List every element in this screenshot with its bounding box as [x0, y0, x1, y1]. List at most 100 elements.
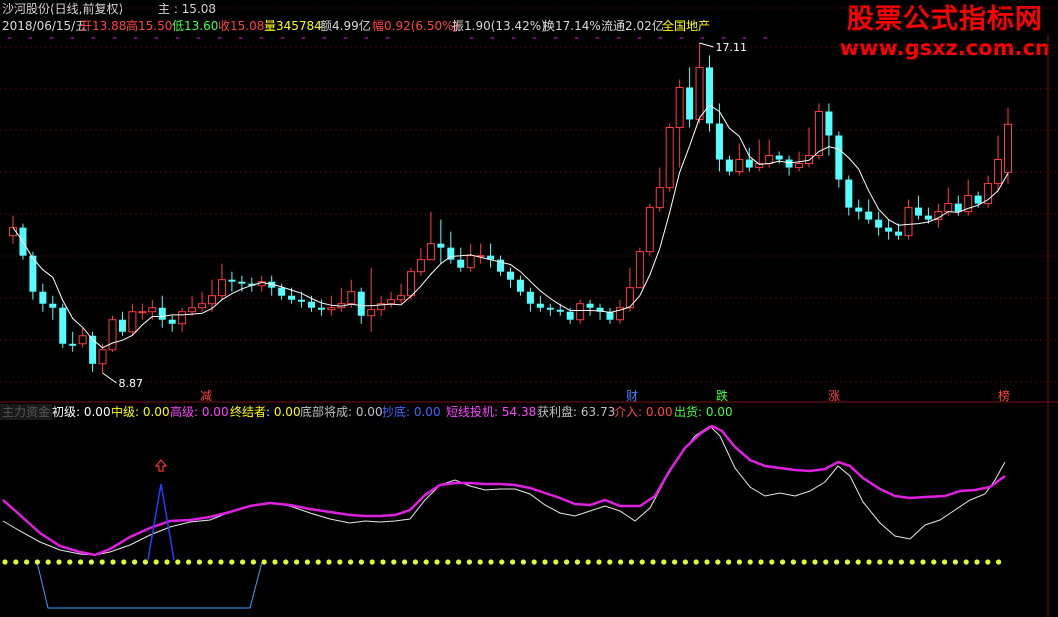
baseline-dot — [628, 559, 635, 565]
baseline-dot — [2, 559, 8, 565]
event-tag-list[interactable]: 榜 — [998, 389, 1010, 403]
baseline-dot — [693, 559, 699, 565]
baseline-dot — [175, 559, 181, 565]
baseline-dot — [639, 559, 645, 565]
event-tag-finance[interactable]: 财 — [626, 389, 638, 403]
baseline-dot — [67, 559, 73, 565]
candle-body-down — [974, 195, 982, 204]
baseline-dot — [250, 559, 256, 565]
candle-body-down — [457, 259, 465, 268]
baseline-dot — [509, 559, 516, 565]
candle-body-down — [885, 227, 893, 232]
baseline-dot — [531, 559, 537, 565]
baseline-dot — [661, 559, 667, 565]
low-marker-line — [102, 372, 117, 384]
baseline-dot — [888, 559, 894, 565]
high-marker-line — [699, 42, 714, 48]
candle-body-up — [944, 203, 953, 213]
candle-body-down — [308, 301, 315, 308]
baseline-dot — [186, 559, 192, 565]
baseline-dot — [110, 559, 116, 565]
baseline-dot — [801, 559, 807, 565]
candle-body-down — [69, 343, 77, 346]
candle-body-down — [775, 155, 783, 160]
baseline-dot — [769, 559, 775, 565]
candle-body-down — [855, 207, 863, 212]
baseline-dot — [931, 559, 937, 565]
candle-body-down — [39, 291, 47, 304]
baseline-dot — [564, 559, 570, 565]
candle-body-down — [516, 279, 524, 292]
baseline-dot — [574, 559, 581, 565]
baseline-dot — [866, 559, 872, 565]
baseline-dot — [121, 559, 127, 565]
candle-body-up — [108, 319, 117, 351]
legend-exit: 出货: 0.00 — [674, 405, 733, 419]
baseline-dot — [294, 559, 300, 565]
legend-entry: 介入: 0.00 — [614, 405, 673, 419]
candle-body-up — [576, 303, 585, 321]
baseline-dot — [142, 559, 148, 565]
candle-body-up — [695, 66, 704, 120]
baseline-dot — [78, 559, 84, 565]
candle-body-down — [825, 111, 833, 136]
candle-body-up — [148, 307, 157, 313]
candle-body-down — [526, 291, 534, 304]
baseline-dot — [704, 559, 710, 565]
candle-body-up — [416, 259, 425, 273]
baseline-dot — [877, 559, 883, 565]
baseline-dot — [326, 559, 332, 565]
baseline-dot — [34, 559, 41, 565]
baseline-dot — [348, 559, 354, 565]
baseline-dot — [963, 559, 969, 565]
event-tag-reduce[interactable]: 减 — [200, 389, 212, 403]
baseline-dot — [488, 559, 494, 565]
baseline-dot — [747, 559, 753, 565]
baseline-dot — [812, 559, 818, 565]
baseline-dot — [790, 559, 797, 565]
candle-body-down — [556, 309, 564, 312]
baseline-dot — [672, 559, 678, 565]
baseline-dot — [596, 559, 602, 565]
candle-body-up — [814, 110, 823, 157]
candle-body-down — [278, 287, 286, 296]
candle-body-down — [845, 179, 853, 208]
kline-chart[interactable]: 17.11 8.87 — [0, 0, 1058, 617]
event-tag-fall[interactable]: 跌 — [716, 389, 728, 403]
candle-body-up — [367, 309, 376, 317]
baseline-dot — [466, 559, 472, 565]
candle-body-down — [895, 231, 903, 236]
baseline-dot — [499, 559, 505, 565]
baseline-dot — [844, 559, 851, 565]
candle-body-up — [635, 251, 644, 289]
baseline-dot — [132, 559, 138, 565]
baseline-dot — [780, 559, 786, 565]
candle-body-down — [158, 307, 166, 320]
candle-body-up — [994, 159, 1003, 185]
baseline-dot — [229, 559, 235, 565]
candle-body-down — [168, 319, 176, 324]
candle-body-down — [715, 123, 723, 160]
baseline-dot — [153, 559, 159, 565]
baseline-dot — [542, 559, 548, 565]
candle-body-up — [645, 207, 654, 253]
legend-middle: 中级: 0.00 — [111, 405, 170, 419]
baseline-dot — [283, 559, 289, 565]
candle-body-down — [875, 219, 883, 228]
baseline-dot — [823, 559, 829, 565]
candle-body-up — [188, 307, 197, 313]
baseline-dot — [337, 559, 343, 565]
indicator-legend: 主力资金 初级: 0.00 中级: 0.00 高级: 0.00 终结者: 0.0… — [0, 404, 1040, 420]
candle-body-up — [675, 86, 684, 129]
baseline-dot — [423, 559, 429, 565]
candle-body-down — [586, 303, 594, 308]
baseline-dot — [88, 559, 94, 565]
baseline-dot — [369, 559, 375, 565]
baseline-dot — [13, 559, 19, 565]
indicator-tab[interactable]: 主力资金 — [0, 404, 53, 420]
baseline-dot — [240, 559, 246, 565]
candle-body-down — [725, 159, 733, 172]
candle-body-up — [198, 303, 207, 309]
event-tag-rise[interactable]: 涨 — [828, 389, 840, 403]
baseline-dot — [445, 559, 451, 565]
